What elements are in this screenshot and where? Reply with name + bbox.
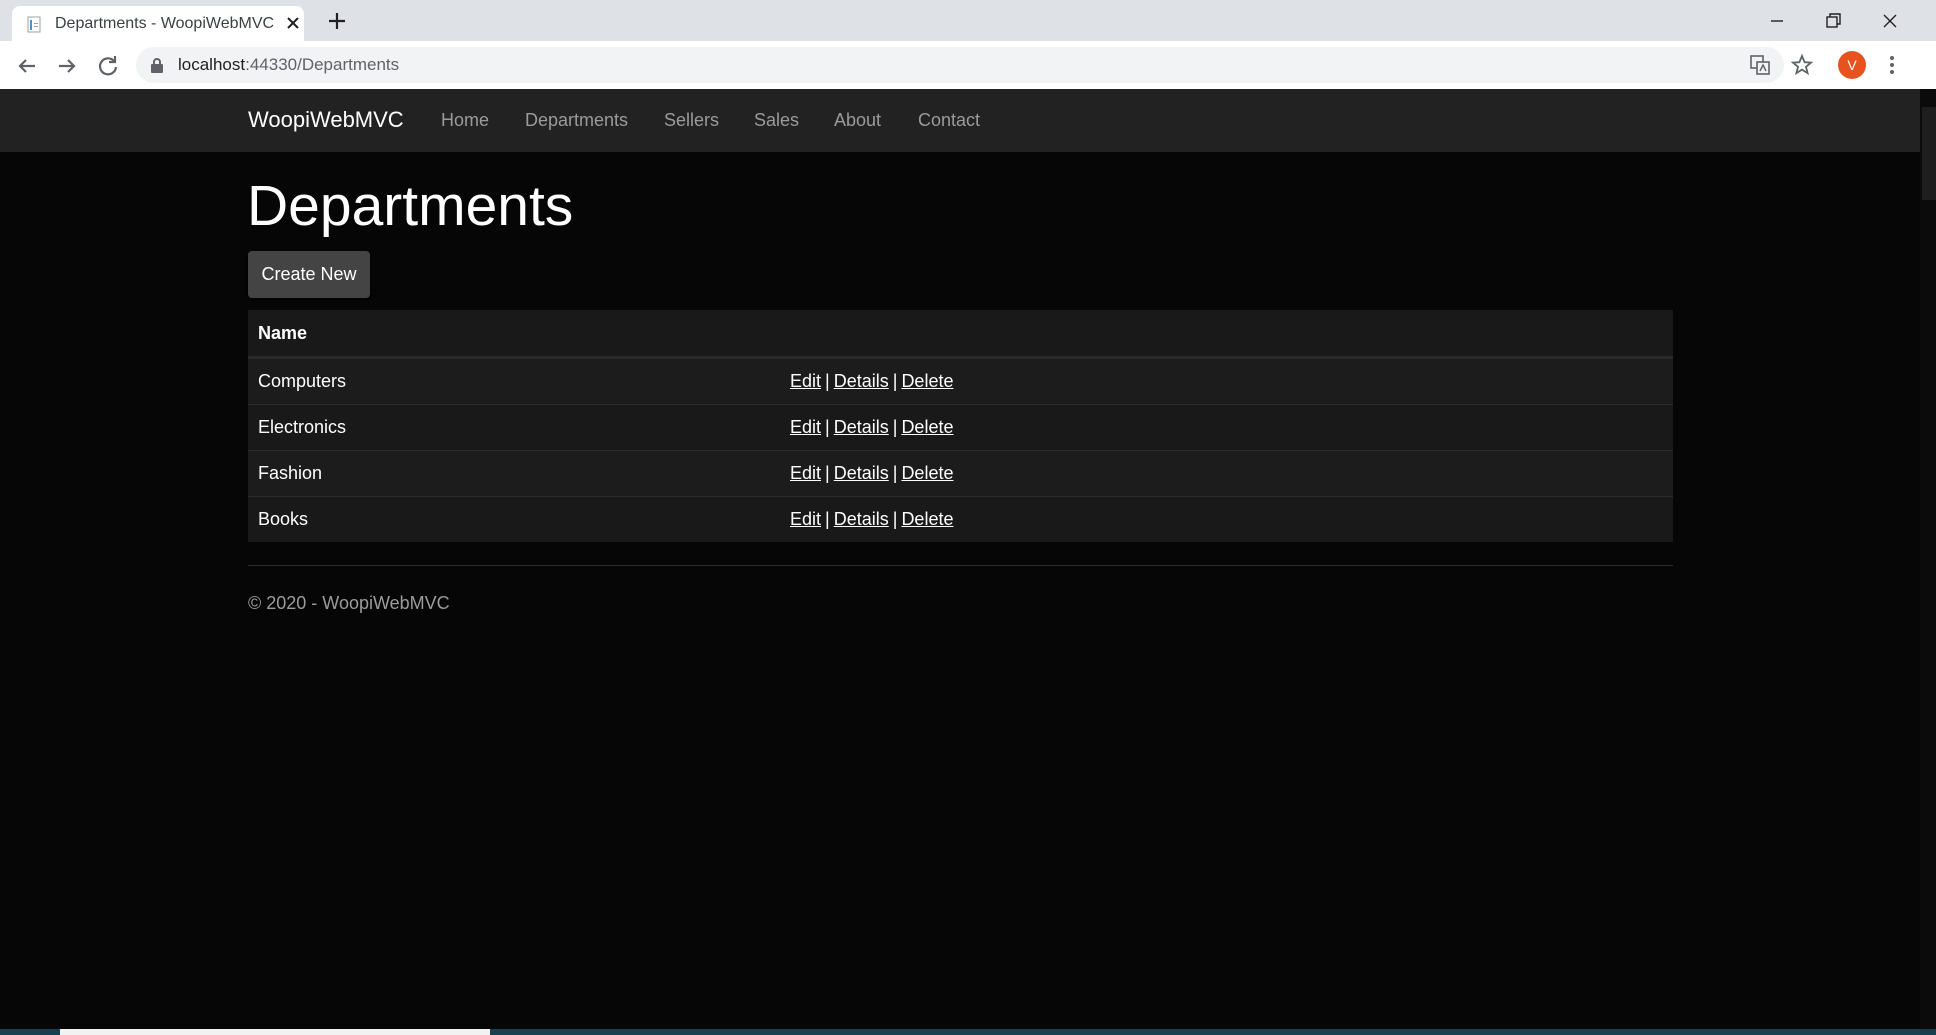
scrollbar-thumb[interactable]	[1922, 107, 1936, 200]
footer-text: © 2020 - WoopiWebMVC	[248, 593, 450, 613]
address-bar[interactable]: localhost:44330/Departments	[136, 47, 1784, 83]
restore-icon[interactable]	[1820, 8, 1846, 34]
minimize-icon[interactable]	[1764, 8, 1790, 34]
reload-icon[interactable]	[94, 52, 122, 80]
nav-sales[interactable]: Sales	[754, 110, 799, 131]
delete-link[interactable]: Delete	[901, 463, 953, 483]
separator: |	[825, 463, 830, 483]
browser-tab[interactable]: Departments - WoopiWebMVC	[12, 6, 304, 41]
delete-link[interactable]: Delete	[901, 509, 953, 529]
bookmark-star-icon[interactable]	[1790, 53, 1814, 77]
details-link[interactable]: Details	[834, 417, 889, 437]
nav-contact[interactable]: Contact	[918, 110, 980, 131]
close-tab-icon[interactable]	[281, 11, 305, 35]
departments-table: Name Computers Edit | Details | Delete Elect…	[248, 310, 1673, 542]
site-navbar: WoopiWebMVC Home Departments Sellers Sal…	[0, 89, 1920, 152]
table-row: Electronics Edit | Details | Delete	[248, 404, 1673, 450]
create-new-button[interactable]: Create New	[248, 251, 370, 298]
row-actions: Edit | Details | Delete	[790, 417, 953, 438]
separator: |	[892, 371, 898, 391]
department-name: Computers	[258, 371, 347, 391]
table-row: Fashion Edit | Details | Delete	[248, 450, 1673, 496]
translate-icon[interactable]	[1748, 53, 1772, 77]
table-row: Computers Edit | Details | Delete	[248, 358, 1673, 404]
separator: |	[892, 463, 898, 483]
nav-about[interactable]: About	[834, 110, 881, 131]
row-actions: Edit | Details | Delete	[790, 463, 953, 484]
details-link[interactable]: Details	[834, 463, 889, 483]
profile-avatar[interactable]: V	[1838, 51, 1866, 79]
lock-icon[interactable]	[150, 57, 164, 74]
edit-link[interactable]: Edit	[790, 463, 821, 483]
os-taskbar	[0, 1029, 1936, 1035]
separator: |	[825, 417, 830, 437]
department-name: Books	[258, 509, 309, 529]
delete-link[interactable]: Delete	[901, 371, 953, 391]
page-title: Departments	[247, 174, 574, 238]
separator: |	[892, 417, 898, 437]
details-link[interactable]: Details	[834, 371, 889, 391]
separator: |	[825, 509, 830, 529]
tab-title: Departments - WoopiWebMVC	[55, 15, 275, 32]
more-options-icon[interactable]	[1880, 53, 1904, 77]
table-body: Computers Edit | Details | Delete Electronic…	[248, 358, 1673, 542]
separator: |	[825, 371, 830, 391]
column-header-name: Name	[258, 323, 308, 343]
document-icon	[27, 16, 41, 33]
table-row: Books Edit | Details | Delete	[248, 496, 1673, 542]
new-tab-icon[interactable]	[325, 9, 349, 33]
back-arrow-icon[interactable]	[13, 52, 41, 80]
row-actions: Edit | Details | Delete	[790, 371, 953, 392]
row-actions: Edit | Details | Delete	[790, 509, 953, 530]
edit-link[interactable]: Edit	[790, 371, 821, 391]
browser-tabstrip: Departments - WoopiWebMVC	[0, 0, 1936, 41]
nav-home[interactable]: Home	[441, 110, 489, 131]
page-scrollbar[interactable]	[1920, 89, 1936, 1035]
browser-toolbar: localhost:44330/Departments V	[0, 41, 1936, 90]
nav-departments[interactable]: Departments	[525, 110, 628, 131]
close-window-icon[interactable]	[1877, 8, 1903, 34]
footer-divider	[248, 565, 1673, 566]
nav-sellers[interactable]: Sellers	[664, 110, 719, 131]
department-name: Electronics	[258, 417, 347, 437]
separator: |	[892, 509, 898, 529]
edit-link[interactable]: Edit	[790, 417, 821, 437]
department-name: Fashion	[258, 463, 323, 483]
details-link[interactable]: Details	[834, 509, 889, 529]
site-brand[interactable]: WoopiWebMVC	[248, 107, 404, 133]
delete-link[interactable]: Delete	[901, 417, 953, 437]
taskbar-active-item[interactable]	[60, 1029, 490, 1035]
forward-arrow-icon[interactable]	[53, 52, 81, 80]
table-header: Name	[248, 310, 1673, 358]
edit-link[interactable]: Edit	[790, 509, 821, 529]
url-text: localhost:44330/Departments	[178, 55, 400, 74]
